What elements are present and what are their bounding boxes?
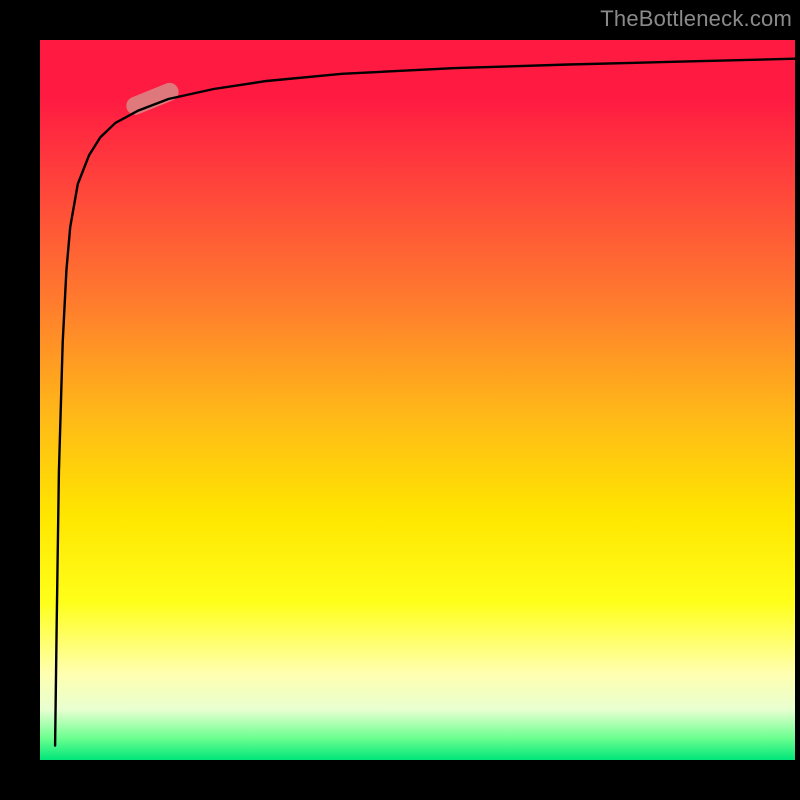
plot-area (40, 40, 795, 760)
watermark-text: TheBottleneck.com (600, 6, 792, 32)
chart-frame: TheBottleneck.com (0, 0, 800, 800)
